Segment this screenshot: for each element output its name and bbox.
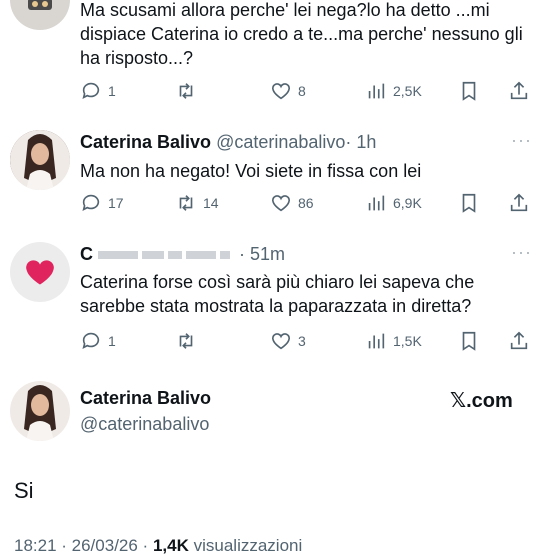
like-button[interactable]: 8	[270, 80, 306, 102]
reply-tweet-3[interactable]: C · 51m ··· Caterina forse così sarà più…	[0, 240, 544, 360]
retweet-button[interactable]	[175, 330, 197, 352]
main-tweet-text: Si	[14, 478, 34, 503]
views-total: 1,4K	[152, 536, 189, 555]
reply-count: 1	[108, 83, 116, 99]
action-bar: 1 3 1,5K	[80, 330, 530, 354]
share-icon	[510, 193, 528, 212]
views-count: 6,9K	[393, 195, 422, 211]
share-icon	[510, 81, 528, 100]
action-bar: 1 8 2,5K	[80, 80, 530, 104]
reply-tweet-2[interactable]: Caterina Balivo @caterinabalivo· 1h ··· …	[0, 128, 544, 228]
bookmark-button[interactable]	[458, 330, 480, 352]
bookmark-icon	[462, 81, 476, 101]
views-count: 1,5K	[393, 333, 422, 349]
tweet-timestamp[interactable]: 18:21 · 26/03/26 ·	[14, 536, 148, 555]
retweet-icon	[179, 83, 193, 99]
more-options-icon[interactable]: ···	[511, 242, 532, 263]
heart-icon	[271, 195, 291, 212]
main-tweet-avatar[interactable]	[10, 381, 70, 441]
bookmark-icon	[462, 193, 476, 213]
analytics-icon	[368, 83, 385, 99]
bookmark-icon	[462, 331, 476, 351]
retweet-count: 14	[203, 195, 219, 211]
share-icon	[510, 331, 528, 350]
retweet-icon	[179, 333, 193, 349]
share-button[interactable]	[508, 192, 530, 214]
tweet-meta: 18:21 · 26/03/26 · 1,4K visualizzazioni	[14, 536, 302, 556]
retweet-button[interactable]: 14	[175, 192, 219, 214]
heart-emoji-icon	[26, 260, 54, 285]
reply-count: 1	[108, 333, 116, 349]
like-button[interactable]: 3	[270, 330, 306, 352]
avatar[interactable]	[10, 130, 70, 190]
reply-button[interactable]: 17	[80, 192, 124, 214]
like-button[interactable]: 86	[270, 192, 314, 214]
heart-icon	[271, 83, 291, 100]
analytics-icon	[368, 195, 385, 211]
retweet-icon	[179, 195, 193, 211]
like-count: 8	[298, 83, 306, 99]
tweet-header: C · 51m	[80, 244, 285, 265]
views-button[interactable]: 6,9K	[365, 192, 422, 214]
reply-text: Ma scusami allora perche' lei nega?lo ha…	[80, 0, 523, 68]
reply-button[interactable]: 1	[80, 330, 116, 352]
views-button[interactable]: 2,5K	[365, 80, 422, 102]
share-button[interactable]	[508, 80, 530, 102]
avatar[interactable]	[10, 242, 70, 302]
reply-text: Caterina forse così sarà più chiaro lei …	[80, 272, 475, 316]
x-logo-source: 𝕏.com	[450, 390, 513, 412]
tweet-header: Caterina Balivo @caterinabalivo· 1h	[80, 132, 376, 153]
author-handle[interactable]: @caterinabalivo	[216, 132, 345, 152]
tweet-time[interactable]: · 51m	[239, 244, 285, 264]
tweet-time[interactable]: · 1h	[345, 132, 376, 152]
reply-count: 17	[108, 195, 124, 211]
analytics-icon	[368, 333, 385, 349]
blurred-name	[98, 244, 239, 264]
like-count: 3	[298, 333, 306, 349]
heart-icon	[271, 333, 291, 350]
main-author-handle[interactable]: @caterinabalivo	[80, 414, 209, 435]
bookmark-button[interactable]	[458, 192, 480, 214]
avatar[interactable]	[10, 0, 70, 30]
reply-button[interactable]: 1	[80, 80, 116, 102]
views-button[interactable]: 1,5K	[365, 330, 422, 352]
views-count: 2,5K	[393, 83, 422, 99]
reply-icon	[82, 82, 100, 99]
author-name[interactable]: C	[80, 244, 93, 264]
reply-icon	[82, 194, 100, 211]
reply-icon	[82, 332, 100, 349]
retweet-button[interactable]	[175, 80, 197, 102]
author-name[interactable]: Caterina Balivo	[80, 132, 211, 152]
share-button[interactable]	[508, 330, 530, 352]
main-author-name[interactable]: Caterina Balivo	[80, 388, 211, 409]
views-label: visualizzazioni	[193, 536, 303, 555]
reply-text: Ma non ha negato! Voi siete in fissa con…	[80, 161, 422, 181]
action-bar: 17 14 86 6,9K	[80, 192, 530, 216]
more-options-icon[interactable]: ···	[511, 130, 532, 151]
like-count: 86	[298, 195, 314, 211]
bookmark-button[interactable]	[458, 80, 480, 102]
reply-tweet-1[interactable]: Ma scusami allora perche' lei nega?lo ha…	[0, 0, 544, 110]
